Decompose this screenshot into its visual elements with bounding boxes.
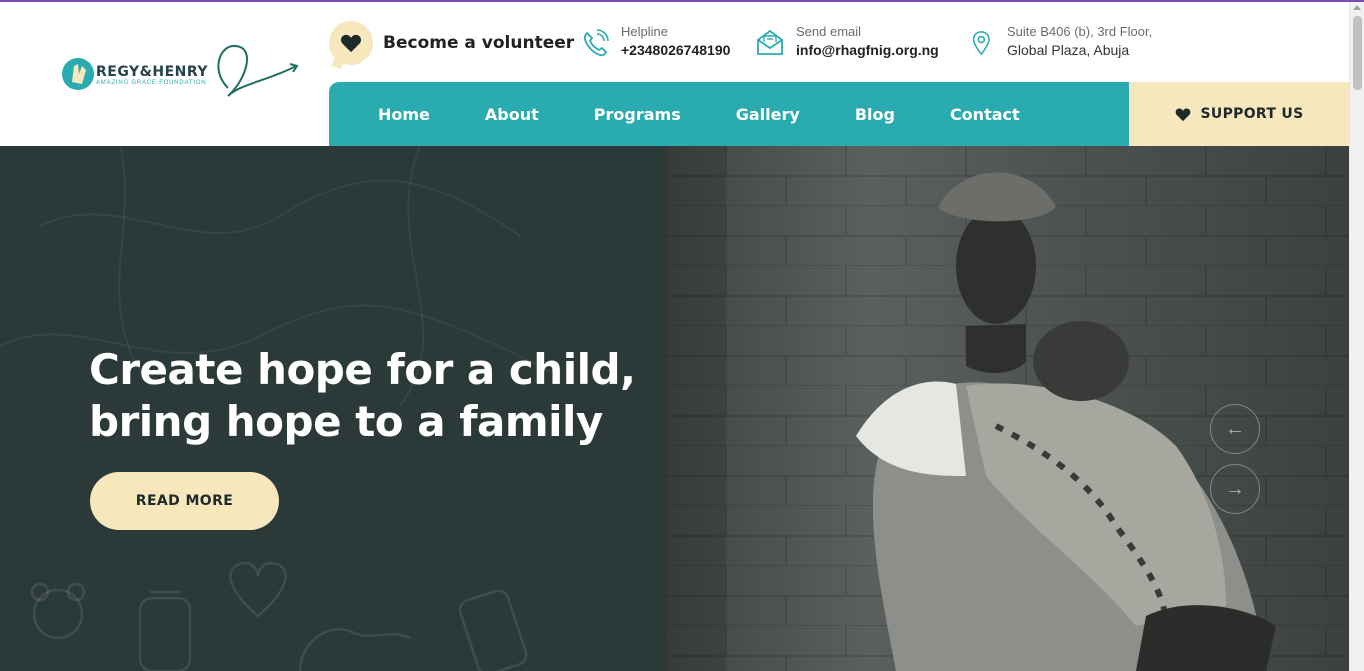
location-pin-icon [972,31,990,56]
hero-headline-line-2: bring hope to a family [89,397,603,446]
arrow-right-icon: → [1225,477,1245,500]
hero-headline-line-1: Create hope for a child, [89,345,636,394]
hero-headline: Create hope for a child, bring hope to a… [89,344,669,448]
volunteer-label: Become a volunteer [383,33,575,53]
nav-item-programs[interactable]: Programs [594,105,681,124]
scrollbar[interactable] [1349,2,1364,671]
helpline-label: Helpline [621,24,668,39]
logo-brand-text: REGY&HENRY [96,64,209,80]
heart-bubble-icon [329,21,373,65]
nav-item-contact[interactable]: Contact [950,105,1020,124]
envelope-icon [757,29,783,55]
logo-tagline: AMAZING GRACE FOUNDATION [96,80,207,86]
site-logo[interactable]: REGY&HENRY AMAZING GRACE FOUNDATION [60,40,300,104]
nav-item-blog[interactable]: Blog [855,105,895,124]
slider-next-button[interactable]: → [1210,464,1260,514]
phone-icon [584,29,609,57]
read-more-button[interactable]: READ MORE [90,472,279,530]
address-block: Suite B406 (b), 3rd Floor, Global Plaza,… [971,24,1152,60]
heart-icon [1175,108,1190,121]
email-block[interactable]: Send email info@rhagfnig.org.ng [756,24,939,60]
nav-item-gallery[interactable]: Gallery [736,105,800,124]
address-line-1: Suite B406 (b), 3rd Floor, [1007,24,1153,39]
helpline-block[interactable]: Helpline +2348026748190 [581,24,730,60]
hero-photo: ← → [666,146,1349,671]
main-nav: Home About Programs Gallery Blog Contact [329,82,1129,146]
site-header: REGY&HENRY AMAZING GRACE FOUNDATION Beco… [0,2,1349,146]
email-value[interactable]: info@rhagfnig.org.ng [796,40,939,60]
slider-prev-button[interactable]: ← [1210,404,1260,454]
helpline-value[interactable]: +2348026748190 [621,40,730,60]
become-volunteer-link[interactable]: Become a volunteer [329,20,574,66]
email-label: Send email [796,24,862,39]
support-us-label: SUPPORT US [1200,106,1304,122]
nav-item-about[interactable]: About [485,105,539,124]
nav-item-home[interactable]: Home [378,105,430,124]
address-line-2: Global Plaza, Abuja [1007,42,1130,58]
support-us-button[interactable]: SUPPORT US [1129,82,1349,146]
arrow-left-icon: ← [1225,417,1245,440]
hero-section: Create hope for a child, bring hope to a… [0,146,1349,671]
scrollbar-thumb[interactable] [1353,16,1362,90]
scroll-up-icon[interactable] [1353,5,1361,10]
page: REGY&HENRY AMAZING GRACE FOUNDATION Beco… [0,2,1349,671]
heart-icon [340,34,362,53]
